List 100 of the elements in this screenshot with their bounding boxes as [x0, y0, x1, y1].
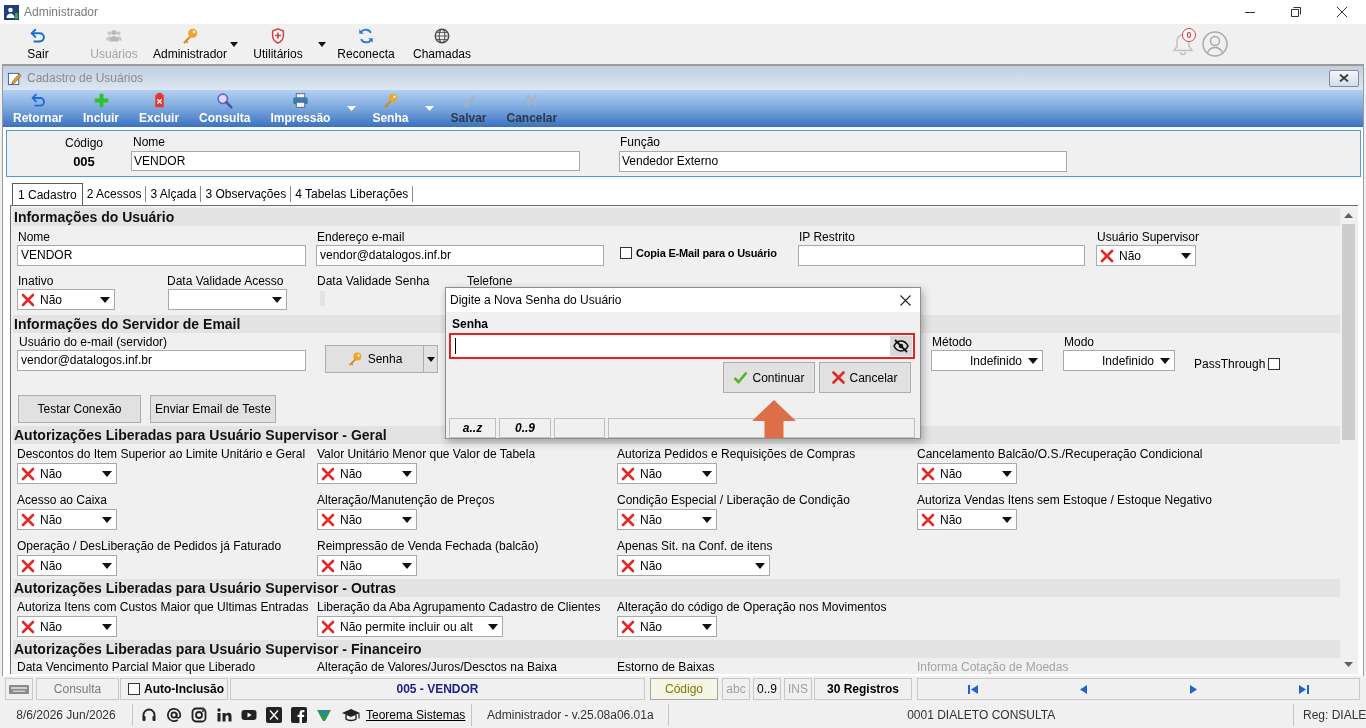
dropdown[interactable]: Não — [617, 616, 717, 637]
toolbar-button[interactable]: Sair — [0, 24, 76, 64]
close-button[interactable] — [1329, 69, 1359, 87]
scroll-up-icon[interactable] — [1344, 213, 1353, 218]
text-field[interactable] — [798, 245, 1085, 266]
toolbar-button[interactable]: Utilitários — [240, 24, 316, 64]
dropdown[interactable]: Não — [17, 509, 117, 530]
tab[interactable]: 3 Observações — [201, 186, 292, 202]
field-label: Apenas Sit. na Conf. de itens — [617, 538, 773, 554]
youtube-icon[interactable] — [241, 707, 257, 723]
tab[interactable]: 3 Alçada — [146, 186, 202, 202]
at-sign-icon[interactable] — [166, 707, 182, 723]
caret-icon — [488, 623, 498, 630]
field-label: Endereço e-mail — [316, 230, 406, 245]
graduation-cap-icon[interactable] — [341, 707, 361, 723]
text-field[interactable]: vendor@datalogos.inf.br — [316, 245, 604, 266]
dropdown[interactable]: Indefinido — [1063, 350, 1175, 371]
caret-icon — [1181, 252, 1191, 259]
toolbar-button[interactable]: Consulta — [189, 90, 261, 127]
dropdown-button[interactable] — [424, 345, 438, 373]
version-label: Administrador - v.25.08a06.01a — [471, 704, 670, 726]
dropdown[interactable]: Não — [17, 616, 117, 637]
refresh-icon — [357, 27, 375, 45]
checkbox[interactable] — [620, 247, 632, 259]
x-mark-icon — [321, 512, 335, 527]
record-count: 30 Registros — [814, 678, 912, 700]
x-mark-icon — [621, 466, 635, 481]
field-label: Inativo — [17, 274, 55, 289]
skip-to-last-icon[interactable] — [1298, 684, 1309, 694]
dropdown[interactable]: Não permite incluir ou alt — [317, 616, 503, 637]
keyboard-icon[interactable] — [9, 684, 29, 694]
dropdown[interactable]: Não — [617, 509, 717, 530]
text-field[interactable]: vendor@datalogos.inf.br — [17, 350, 306, 371]
dropdown[interactable]: Não — [17, 289, 115, 310]
field-label: IP Restrito — [798, 230, 856, 245]
close-icon — [1337, 7, 1347, 17]
checkbox-label: Copia E-Mail para o Usuário — [636, 247, 777, 259]
dropdown[interactable]: Não — [917, 509, 1017, 530]
checkbox[interactable] — [128, 683, 140, 695]
password-field[interactable] — [449, 333, 915, 359]
dropdown[interactable]: Indefinido — [931, 350, 1043, 371]
dialog-title: Digite a Nova Senha do Usuário — [449, 292, 622, 309]
action-button[interactable]: Enviar Email de Teste — [150, 395, 276, 423]
scroll-down-icon[interactable] — [1344, 662, 1353, 667]
dropdown[interactable]: Não — [1096, 245, 1196, 266]
field-label: Data Validade Acesso — [167, 274, 285, 289]
checkbox[interactable] — [1268, 357, 1281, 370]
order-button[interactable]: Código — [650, 678, 718, 700]
up-arrow-icon — [752, 400, 796, 438]
previous-icon[interactable] — [1079, 684, 1087, 694]
x-icon — [832, 371, 846, 384]
dropdown[interactable]: Não — [317, 555, 417, 576]
key-icon — [381, 92, 399, 109]
toolbar-button[interactable]: Reconecta — [328, 24, 404, 64]
dialog-button[interactable]: Continuar — [723, 362, 815, 393]
mode-button[interactable]: Consulta — [36, 678, 119, 700]
scrollbar-thumb[interactable] — [1342, 224, 1355, 440]
dropdown[interactable]: Não — [317, 463, 417, 484]
headset-icon[interactable] — [141, 707, 157, 723]
website-link[interactable]: Teorema Sistemas — [366, 706, 466, 724]
indicator: INS — [784, 678, 812, 700]
show-password-button[interactable] — [890, 336, 912, 356]
action-button[interactable]: Testar Conexão — [18, 395, 141, 423]
x-mark-icon — [321, 558, 335, 573]
dropdown[interactable]: Não — [917, 463, 1017, 484]
dropdown[interactable]: Não — [317, 509, 417, 530]
tab[interactable]: 4 Tabelas Liberações — [291, 186, 414, 202]
password-button[interactable]: Senha — [325, 345, 424, 373]
text-field[interactable]: VENDOR — [131, 151, 580, 171]
toolbar-button[interactable]: Chamadas — [404, 24, 480, 64]
dropdown[interactable]: Não — [17, 463, 117, 484]
toolbar-button[interactable]: Administrador — [152, 24, 228, 64]
field-label: Acesso ao Caixa — [17, 492, 108, 508]
text-field[interactable]: VENDOR — [17, 245, 306, 266]
linkedin-icon[interactable] — [216, 707, 232, 723]
v-shape-logo-icon[interactable] — [316, 707, 332, 723]
plus-icon — [92, 92, 110, 109]
x-logo-icon[interactable] — [266, 707, 282, 723]
caret-icon — [102, 516, 112, 523]
toolbar-button[interactable]: Impressão — [260, 90, 341, 127]
globe-icon — [433, 27, 451, 45]
tab[interactable]: 2 Acessos — [82, 186, 147, 202]
skip-to-first-icon[interactable] — [968, 684, 979, 694]
next-icon[interactable] — [1190, 684, 1198, 694]
checkbox-label: Auto-Inclusão — [144, 681, 224, 698]
dropdown[interactable]: Não — [17, 555, 117, 576]
dialog-button[interactable]: Cancelar — [819, 362, 911, 393]
toolbar-button[interactable]: Senha — [362, 90, 419, 127]
facebook-icon[interactable] — [291, 707, 307, 723]
dropdown[interactable]: Não — [617, 463, 717, 484]
text-field[interactable]: Vendedor Externo — [619, 151, 1067, 172]
dropdown[interactable]: Não — [617, 555, 770, 576]
instagram-icon[interactable] — [191, 707, 207, 723]
field-label: Cancelamento Balcão/O.S./Recuperação Condicional — [917, 446, 1203, 462]
x-mark-icon — [1100, 248, 1114, 263]
toolbar-button[interactable]: Incluir — [73, 90, 130, 127]
tab[interactable]: 1 Cadastro — [12, 183, 83, 205]
close-icon — [899, 294, 911, 306]
section-header: Autorizações Liberadas para Usuário Supervisor - Outras — [13, 579, 1340, 597]
caret-icon — [755, 562, 765, 569]
